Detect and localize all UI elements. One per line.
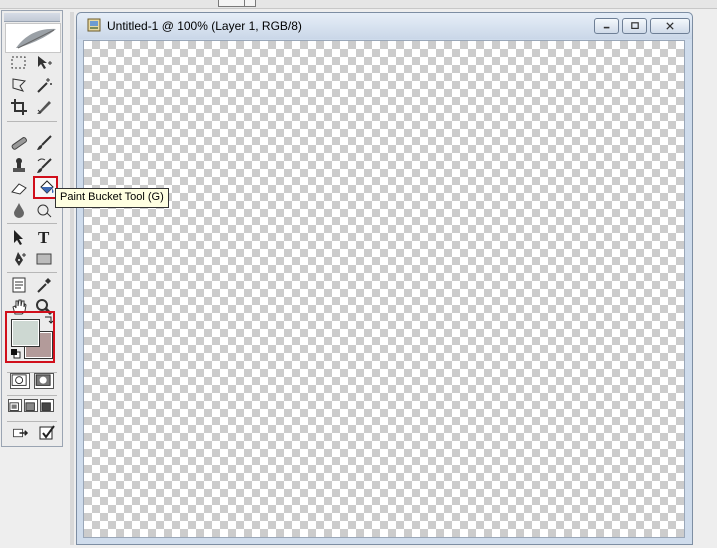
eraser-icon bbox=[11, 183, 27, 195]
shape-tool[interactable] bbox=[33, 249, 55, 269]
magic-wand-icon bbox=[37, 78, 52, 93]
history-brush-tool[interactable] bbox=[33, 156, 55, 176]
transparent-canvas[interactable] bbox=[83, 40, 685, 538]
pen-tool[interactable] bbox=[8, 249, 30, 269]
lasso-tool[interactable] bbox=[8, 75, 30, 95]
dodge-icon bbox=[37, 204, 52, 218]
toolbox-divider bbox=[7, 395, 57, 396]
history-brush-icon bbox=[37, 158, 52, 173]
maximize-button[interactable] bbox=[622, 18, 647, 34]
dodge-tool[interactable] bbox=[33, 200, 55, 220]
swap-colors-icon[interactable] bbox=[43, 315, 53, 325]
toolbox-divider bbox=[7, 272, 57, 273]
eyedropper-icon bbox=[37, 278, 51, 293]
close-icon bbox=[666, 22, 674, 30]
slice-tool[interactable] bbox=[33, 97, 55, 117]
toolbox-divider bbox=[7, 121, 57, 122]
arrow-pointer-icon bbox=[14, 230, 23, 245]
tool-tooltip: Paint Bucket Tool (G) bbox=[55, 188, 169, 208]
notes-tool[interactable] bbox=[8, 275, 30, 295]
screen-mode-standard-button[interactable] bbox=[8, 399, 22, 412]
note-icon bbox=[12, 277, 26, 293]
checkmark-icon bbox=[39, 425, 55, 440]
screen-mode-icon bbox=[9, 402, 19, 411]
slice-knife-icon bbox=[37, 101, 51, 114]
screen-mode-icon bbox=[25, 402, 35, 411]
screen-mode-full-button[interactable] bbox=[40, 399, 54, 412]
standard-mode-button[interactable] bbox=[10, 373, 30, 389]
crop-icon bbox=[11, 99, 27, 115]
clone-stamp-tool[interactable] bbox=[8, 156, 30, 176]
feather-icon bbox=[16, 28, 56, 49]
feather-logo[interactable] bbox=[5, 23, 61, 53]
screen-mode-icon bbox=[41, 402, 51, 411]
brush-icon bbox=[37, 135, 52, 150]
document-window: Untitled-1 @ 100% (Layer 1, RGB/8) bbox=[76, 12, 693, 545]
toolbox-divider bbox=[7, 223, 57, 224]
document-title: Untitled-1 @ 100% (Layer 1, RGB/8) bbox=[107, 19, 302, 33]
workspace-gutter bbox=[70, 12, 74, 545]
polygon-lasso-icon bbox=[12, 78, 27, 92]
default-colors-icon[interactable] bbox=[11, 349, 21, 359]
move-tool[interactable] bbox=[33, 53, 55, 73]
eyedropper-tool[interactable] bbox=[33, 275, 55, 295]
svg-text:T: T bbox=[38, 228, 50, 246]
jump-to-imageready-button[interactable] bbox=[8, 423, 34, 443]
magic-wand-tool[interactable] bbox=[33, 75, 55, 95]
move-icon bbox=[38, 56, 52, 69]
toolbox-panel: T bbox=[1, 10, 63, 447]
document-title-bar[interactable]: Untitled-1 @ 100% (Layer 1, RGB/8) bbox=[77, 13, 692, 39]
jump-to-icon bbox=[13, 428, 29, 438]
toolbox-divider bbox=[7, 421, 57, 422]
type-t-icon: T bbox=[38, 228, 50, 246]
healing-brush-tool[interactable] bbox=[8, 133, 30, 153]
minimize-icon bbox=[603, 26, 609, 29]
stamp-icon bbox=[13, 158, 25, 172]
options-bar bbox=[0, 0, 717, 9]
quick-mask-mode-button[interactable] bbox=[34, 373, 54, 389]
rectangle-shape-icon bbox=[36, 253, 52, 265]
water-drop-icon bbox=[14, 203, 24, 218]
quick-mask-icon bbox=[35, 374, 51, 386]
path-selection-tool[interactable] bbox=[8, 227, 30, 247]
document-icon bbox=[87, 18, 101, 32]
maximize-icon bbox=[630, 22, 639, 29]
rect-marquee-icon bbox=[11, 56, 26, 69]
color-swatches bbox=[5, 311, 55, 363]
minimize-button[interactable] bbox=[594, 18, 619, 34]
toolbox-title-bar[interactable] bbox=[4, 13, 60, 22]
type-tool[interactable]: T bbox=[33, 227, 55, 247]
eraser-tool[interactable] bbox=[8, 178, 30, 198]
paint-bucket-icon bbox=[39, 179, 54, 194]
marquee-tool[interactable] bbox=[8, 53, 30, 73]
screen-mode-menu-button[interactable] bbox=[24, 399, 38, 412]
crop-tool[interactable] bbox=[8, 97, 30, 117]
foreground-color-swatch[interactable] bbox=[11, 319, 40, 347]
blur-tool[interactable] bbox=[8, 200, 30, 220]
options-bar-divider bbox=[244, 0, 255, 6]
standard-mode-icon bbox=[11, 374, 27, 386]
check-button[interactable] bbox=[36, 423, 58, 443]
pen-nib-icon bbox=[15, 252, 26, 266]
bandage-icon bbox=[11, 137, 27, 150]
brush-tool[interactable] bbox=[33, 133, 55, 153]
close-button[interactable] bbox=[650, 18, 690, 34]
